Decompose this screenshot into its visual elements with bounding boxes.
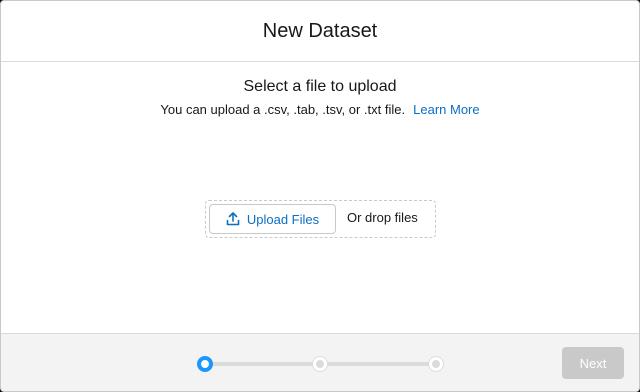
- progress-step-1: [197, 356, 213, 372]
- drop-files-text: Or drop files: [347, 210, 418, 225]
- progress-step-3: [429, 357, 443, 371]
- file-dropzone[interactable]: Upload Files Or drop files: [205, 200, 436, 238]
- upload-heading: Select a file to upload: [243, 78, 397, 95]
- modal-title: New Dataset: [262, 19, 378, 42]
- progress-step-2: [313, 357, 327, 371]
- new-dataset-modal: New Dataset Select a file to upload You …: [0, 0, 640, 392]
- upload-description: You can upload a .csv, .tab, .tsv, or .t…: [160, 102, 406, 117]
- next-button[interactable]: Next: [562, 347, 624, 379]
- upload-files-label: Upload Files: [246, 211, 320, 227]
- upload-icon: [226, 212, 240, 226]
- modal-footer: Next: [1, 333, 639, 391]
- learn-more-link[interactable]: Learn More: [413, 102, 479, 117]
- modal-header: New Dataset: [1, 1, 639, 62]
- upload-files-button[interactable]: Upload Files: [209, 204, 336, 234]
- upload-description-row: You can upload a .csv, .tab, .tsv, or .t…: [1, 102, 639, 117]
- modal-body: Select a file to upload You can upload a…: [1, 62, 639, 333]
